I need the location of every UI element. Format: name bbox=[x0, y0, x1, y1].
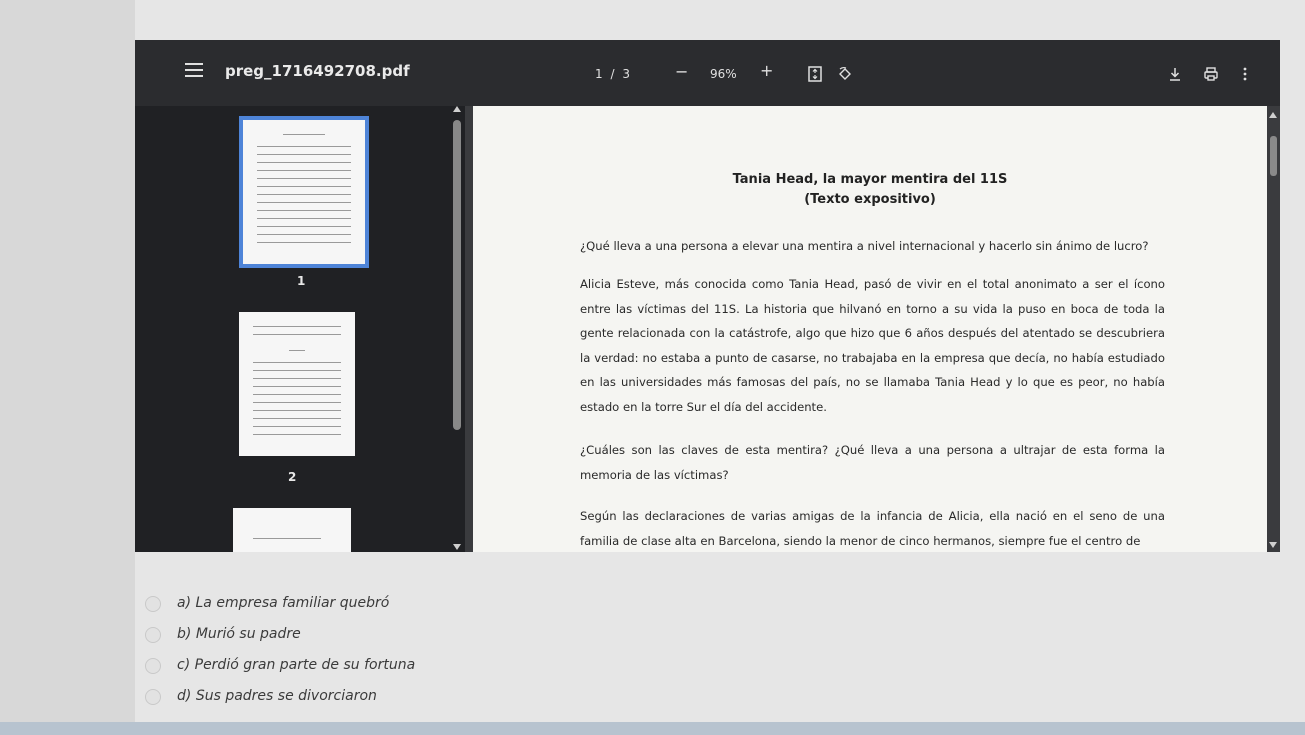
zoom-out-button[interactable]: − bbox=[675, 62, 688, 81]
zoom-in-button[interactable]: + bbox=[760, 61, 773, 80]
radio-button[interactable] bbox=[145, 658, 161, 674]
pdf-toolbar: preg_1716492708.pdf 1 / 3 − 96% + bbox=[135, 40, 1280, 106]
scroll-up-arrow-icon[interactable] bbox=[1269, 112, 1277, 118]
radio-button[interactable] bbox=[145, 596, 161, 612]
zoom-level[interactable]: 96% bbox=[710, 67, 737, 81]
scroll-down-arrow-icon[interactable] bbox=[453, 544, 461, 550]
option-text: Murió su padre bbox=[195, 626, 301, 642]
bottom-band bbox=[0, 722, 1305, 735]
body-paragraph-1: Alicia Esteve, más conocida como Tania H… bbox=[580, 277, 1165, 414]
body-paragraph-2: ¿Cuáles son las claves de esta mentira? … bbox=[580, 443, 1165, 482]
document-title: Tania Head, la mayor mentira del 11S bbox=[732, 172, 1008, 187]
radio-button[interactable] bbox=[145, 689, 161, 705]
background-left-strip bbox=[0, 0, 135, 735]
document-subtitle: (Texto expositivo) bbox=[804, 192, 936, 207]
radio-button[interactable] bbox=[145, 627, 161, 643]
option-a[interactable]: a) La empresa familiar quebró bbox=[145, 592, 545, 616]
sidebar-scroll-thumb[interactable] bbox=[453, 120, 461, 430]
body-paragraph-3: Según las declaraciones de varias amigas… bbox=[580, 509, 1165, 548]
thumbnail-number: 2 bbox=[288, 470, 297, 484]
option-text: Perdió gran parte de su fortuna bbox=[194, 657, 416, 673]
file-name: preg_1716492708.pdf bbox=[225, 62, 410, 80]
total-pages: 3 bbox=[622, 67, 630, 81]
page-thumbnail-3[interactable] bbox=[233, 508, 351, 552]
scroll-down-arrow-icon[interactable] bbox=[1269, 542, 1277, 548]
question-paragraph: ¿Qué lleva a una persona a elevar una me… bbox=[580, 239, 1149, 253]
option-letter: d) bbox=[177, 688, 192, 704]
thumbnail-sidebar: 1 2 bbox=[135, 106, 465, 552]
page-thumbnail-2[interactable] bbox=[239, 312, 355, 456]
option-letter: a) bbox=[177, 595, 192, 611]
pdf-page: Tania Head, la mayor mentira del 11S (Te… bbox=[473, 106, 1267, 552]
option-c[interactable]: c) Perdió gran parte de su fortuna bbox=[145, 654, 545, 678]
option-letter: b) bbox=[177, 626, 192, 642]
option-d[interactable]: d) Sus padres se divorciaron bbox=[145, 685, 545, 709]
document-scroll-thumb[interactable] bbox=[1270, 136, 1277, 176]
sidebar-divider bbox=[465, 106, 473, 552]
fit-page-icon[interactable] bbox=[807, 66, 823, 82]
thumbnail-number: 1 bbox=[297, 274, 306, 288]
current-page-input[interactable]: 1 bbox=[595, 67, 603, 81]
page-thumbnail-1[interactable] bbox=[239, 116, 369, 268]
more-options-icon[interactable] bbox=[1237, 66, 1253, 82]
page-separator: / bbox=[610, 67, 615, 81]
sidebar-scrollbar[interactable] bbox=[453, 106, 461, 552]
menu-icon[interactable] bbox=[185, 63, 203, 77]
option-text: Sus padres se divorciaron bbox=[195, 688, 377, 704]
option-text: La empresa familiar quebró bbox=[195, 595, 390, 611]
scroll-up-arrow-icon[interactable] bbox=[453, 106, 461, 112]
print-icon[interactable] bbox=[1203, 66, 1219, 82]
rotate-icon[interactable] bbox=[837, 66, 853, 82]
option-b[interactable]: b) Murió su padre bbox=[145, 623, 545, 647]
pdf-viewer: preg_1716492708.pdf 1 / 3 − 96% + 1 2 Ta… bbox=[135, 40, 1280, 552]
download-icon[interactable] bbox=[1167, 66, 1183, 82]
option-letter: c) bbox=[177, 657, 191, 673]
page-indicator: 1 / 3 bbox=[595, 67, 630, 81]
document-scrollbar[interactable] bbox=[1267, 106, 1280, 552]
